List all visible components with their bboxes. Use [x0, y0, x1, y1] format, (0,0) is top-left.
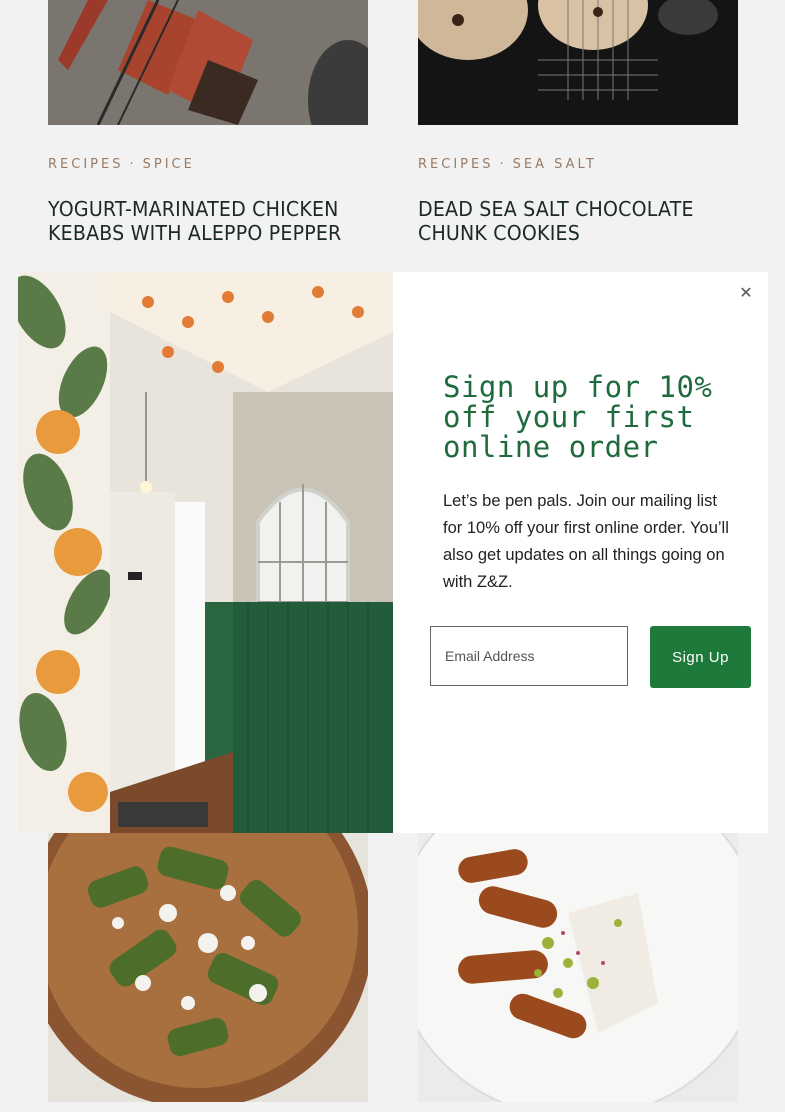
article-image-chicken-kebabs[interactable]	[48, 0, 368, 125]
modal-content: ✕ Sign up for 10% off your first online …	[393, 272, 768, 833]
article-tags[interactable]: Recipes · Spice	[48, 157, 195, 172]
article-card[interactable]: Recipes · Sea Salt Dead Sea Salt Chocolate…	[418, 0, 738, 245]
modal-image-store-interior	[18, 272, 393, 833]
article-title[interactable]: Dead Sea Salt Chocolate Chunk Cookies	[418, 197, 722, 245]
modal-description: Let’s be pen pals. Join our mailing list…	[443, 492, 729, 591]
tag-separator: ·	[129, 157, 137, 172]
newsletter-modal: ✕ Sign up for 10% off your first online …	[18, 272, 768, 833]
tag-recipes[interactable]: Recipes	[48, 157, 123, 172]
tag-spice[interactable]: Spice	[143, 157, 195, 172]
article-image-roasted-potatoes[interactable]	[418, 833, 738, 1102]
sign-up-button[interactable]: Sign Up	[650, 626, 751, 688]
tag-separator: ·	[499, 157, 507, 172]
article-title[interactable]: Yogurt-Marinated Chicken Kebabs with Ale…	[48, 197, 352, 245]
modal-headline: Sign up for 10% off your first online or…	[443, 370, 713, 464]
article-card[interactable]: Recipes · Spice Yogurt-Marinated Chicken K…	[48, 0, 368, 245]
tag-sea-salt[interactable]: Sea Salt	[513, 157, 597, 172]
close-icon[interactable]: ✕	[738, 286, 754, 302]
tag-recipes[interactable]: Recipes	[418, 157, 493, 172]
article-image-chocolate-cookies[interactable]	[418, 0, 738, 125]
email-field[interactable]	[430, 626, 628, 686]
article-image-cucumber-salad[interactable]	[48, 833, 368, 1102]
article-tags[interactable]: Recipes · Sea Salt	[418, 157, 597, 172]
